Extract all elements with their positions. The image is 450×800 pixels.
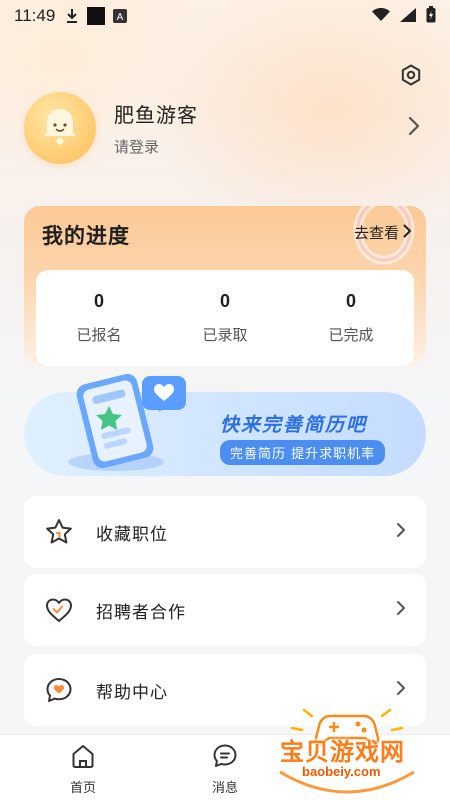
chevron-right-icon [396, 680, 406, 700]
menu-label: 收藏职位 [96, 524, 168, 545]
stats-panel: 0 已报名 0 已录取 0 已完成 [36, 270, 414, 366]
stat-registered[interactable]: 0 已报名 [36, 291, 162, 345]
menu-item-favorite-jobs[interactable]: 收藏职位 [24, 496, 426, 568]
profile-name: 肥鱼游客 [114, 103, 198, 127]
download-icon [65, 8, 79, 24]
tab-label: 消息 [211, 781, 238, 796]
stat-completed[interactable]: 0 已完成 [288, 291, 414, 345]
view-progress-label: 去查看 [353, 224, 399, 242]
menu-item-recruiter-partnership[interactable]: 招聘者合作 [24, 574, 426, 646]
settings-button[interactable] [396, 62, 426, 92]
message-icon [212, 743, 238, 773]
watermark-url: baobeiy.com [302, 764, 381, 779]
phone-illustration-icon [68, 373, 186, 471]
tab-label: 首页 [69, 781, 96, 796]
gear-icon [399, 63, 423, 91]
stat-value: 0 [93, 291, 104, 311]
stat-label: 已完成 [328, 326, 374, 344]
svg-text:A: A [117, 12, 124, 23]
banner-subtitle: 完善简历 提升求职机率 [220, 440, 386, 465]
resume-banner[interactable]: 快来完善简历吧 完善简历 提升求职机率 [24, 373, 426, 476]
banner-title: 快来完善简历吧 [220, 414, 368, 436]
menu-label: 帮助中心 [96, 682, 168, 703]
chevron-right-icon [403, 224, 412, 242]
progress-card: 我的进度 去查看 0 已报名 0 已录取 0 已完成 [24, 206, 426, 366]
chevron-right-icon [396, 600, 406, 620]
a-notification-icon: A [113, 9, 128, 23]
watermark-title: 宝贝游戏网 [280, 738, 405, 766]
stat-label: 已报名 [76, 326, 122, 344]
tab-home[interactable]: 首页 [43, 743, 123, 797]
stat-value: 0 [219, 291, 230, 311]
home-icon [70, 743, 96, 773]
tab-messages[interactable]: 消息 [185, 743, 265, 797]
stat-value: 0 [345, 291, 356, 311]
stat-label: 已录取 [202, 326, 248, 344]
status-bar: 11:49 A [0, 0, 450, 32]
status-time: 11:49 [14, 6, 56, 25]
chevron-right-icon [396, 522, 406, 542]
bell-icon [38, 104, 82, 152]
wifi-icon [372, 7, 390, 26]
media-icon [87, 7, 106, 25]
profile-row[interactable]: 肥鱼游客 请登录 [24, 90, 426, 166]
chevron-right-icon [408, 116, 420, 140]
battery-icon [426, 5, 436, 27]
watermark: 宝贝游戏网 baobeiy.com [272, 702, 422, 800]
avatar [24, 92, 96, 164]
menu-label: 招聘者合作 [96, 602, 186, 623]
signal-icon [400, 7, 416, 26]
help-chat-icon [44, 675, 74, 705]
view-progress-link[interactable]: 去查看 [354, 222, 412, 243]
heart-icon [44, 595, 74, 625]
login-prompt[interactable]: 请登录 [114, 136, 198, 157]
progress-title: 我的进度 [42, 224, 130, 248]
stat-admitted[interactable]: 0 已录取 [162, 291, 288, 345]
star-icon [44, 517, 74, 547]
